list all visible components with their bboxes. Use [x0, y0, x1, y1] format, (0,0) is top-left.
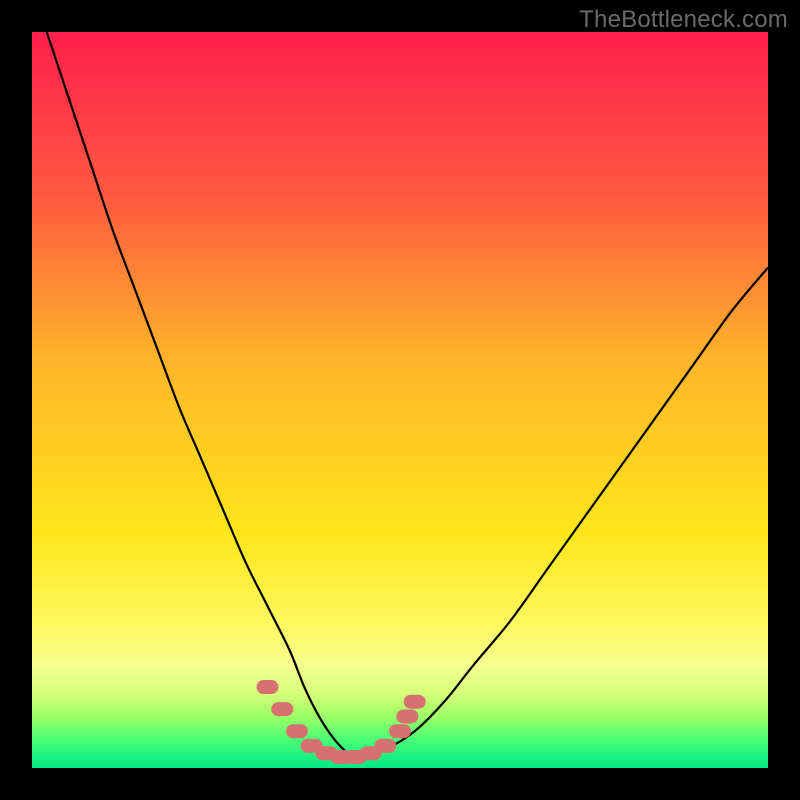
marker-dot	[374, 739, 396, 753]
marker-dot	[257, 680, 279, 694]
marker-dot	[404, 695, 426, 709]
marker-dot	[271, 702, 293, 716]
chart-svg	[32, 32, 768, 768]
plot-area	[32, 32, 768, 768]
marker-dot	[286, 724, 308, 738]
marker-dot	[389, 724, 411, 738]
marker-dot	[396, 709, 418, 723]
chart-frame: TheBottleneck.com	[0, 0, 800, 800]
gradient-background	[32, 32, 768, 768]
watermark-text: TheBottleneck.com	[579, 6, 788, 34]
